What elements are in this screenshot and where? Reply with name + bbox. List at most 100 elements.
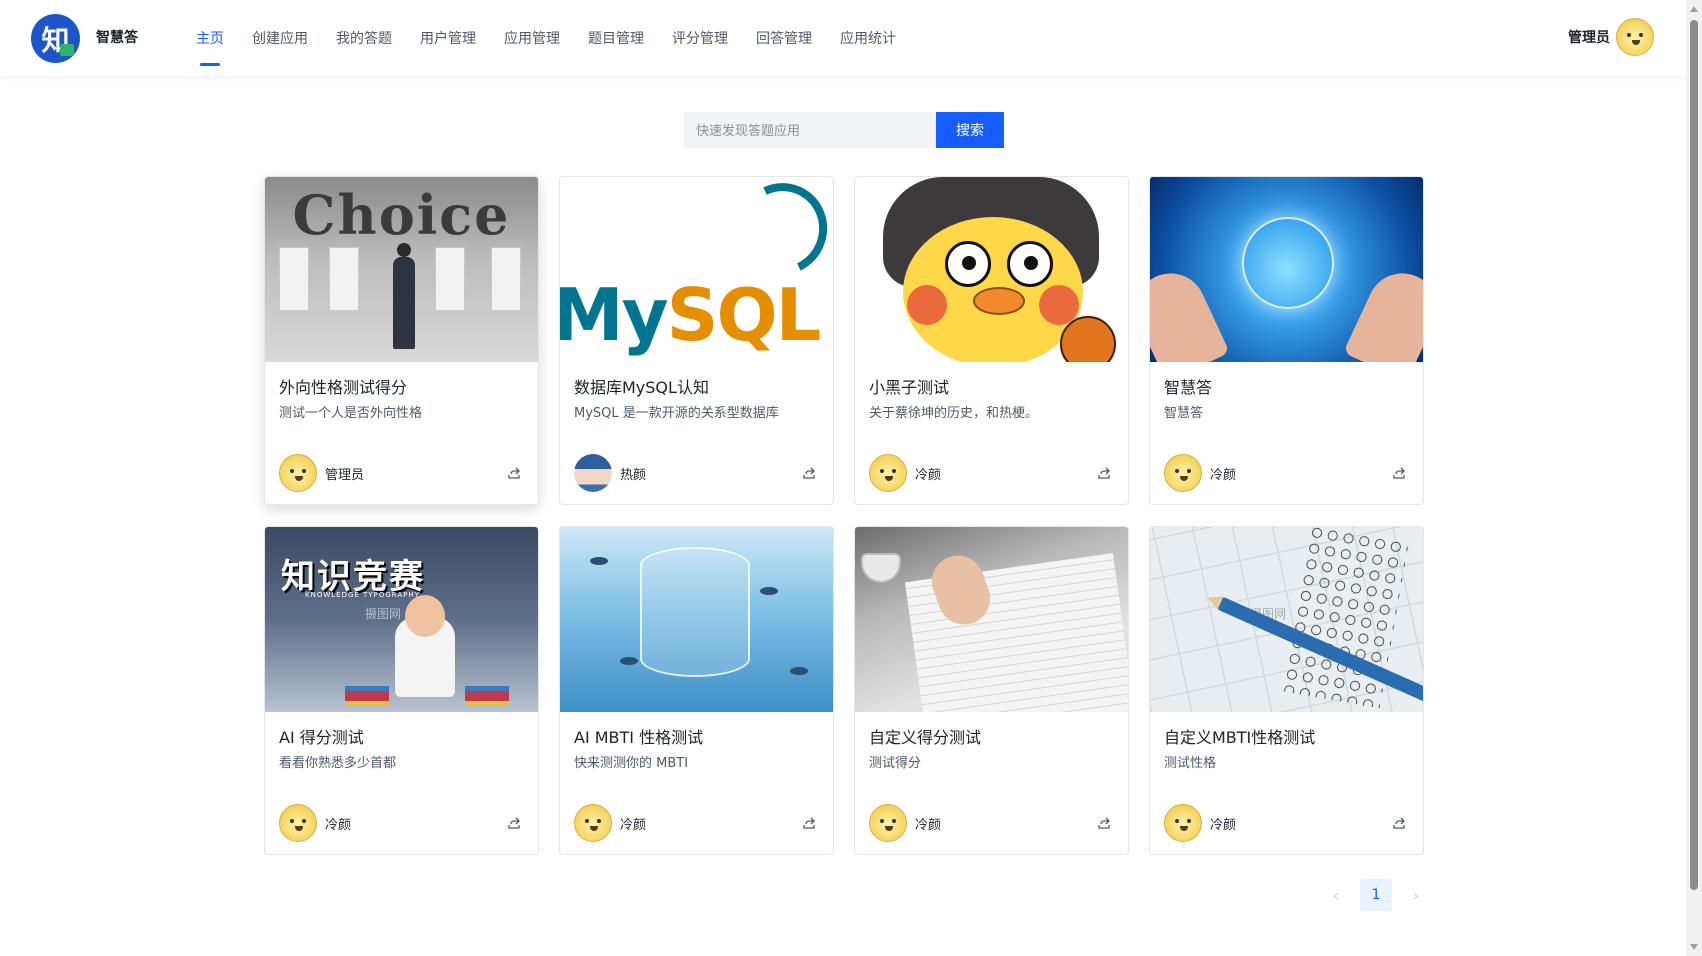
app-title: 智慧答 xyxy=(1164,378,1213,397)
app-cover-image xyxy=(855,527,1128,712)
nav-label: 应用统计 xyxy=(840,31,896,47)
app-card[interactable]: 小黑子测试 关于蔡徐坤的历史，和热梗。 冷颜 xyxy=(854,176,1129,505)
share-icon[interactable] xyxy=(1391,465,1407,481)
nav-item-my-answers[interactable]: 我的答题 xyxy=(322,0,406,76)
app-cover-image xyxy=(1150,177,1423,362)
app-card[interactable]: 知识竞赛 KNOWLEDGE TYPOGRAPHY 摄图网 AI 得分测试 看看… xyxy=(264,526,539,855)
logo[interactable]: 知 xyxy=(31,14,80,63)
app-title: AI MBTI 性格测试 xyxy=(574,728,704,747)
share-icon[interactable] xyxy=(1096,465,1112,481)
books-shape xyxy=(465,686,509,706)
dolphin-shape xyxy=(723,177,833,288)
author-name: 冷颜 xyxy=(1210,817,1237,833)
app-card[interactable]: 自定义得分测试 测试得分 冷颜 xyxy=(854,526,1129,855)
chevron-right-icon[interactable]: › xyxy=(1400,879,1432,911)
app-title: 外向性格测试得分 xyxy=(279,378,408,397)
app-description: 快来测测你的 MBTI xyxy=(574,756,689,771)
duck-beak-shape xyxy=(973,287,1025,315)
author-name: 冷颜 xyxy=(620,817,647,833)
author-avatar xyxy=(574,804,612,842)
share-icon[interactable] xyxy=(1096,815,1112,831)
user-menu[interactable]: 管理员 xyxy=(1568,18,1654,56)
basketball-shape xyxy=(1060,316,1116,362)
share-icon[interactable] xyxy=(506,465,522,481)
door-shape xyxy=(491,247,521,311)
author-avatar xyxy=(1164,454,1202,492)
door-shape xyxy=(279,247,309,311)
nav-item-app-statistics[interactable]: 应用统计 xyxy=(826,0,910,76)
fish-shape xyxy=(620,657,638,665)
author-avatar xyxy=(279,454,317,492)
author-name: 热颜 xyxy=(620,467,647,483)
cover-text: Choice xyxy=(292,183,511,247)
app-cover-image xyxy=(855,177,1128,362)
share-icon[interactable] xyxy=(801,465,817,481)
author-avatar xyxy=(869,454,907,492)
app-cover-image xyxy=(560,527,833,712)
app-card[interactable]: 智慧答 智慧答 冷颜 xyxy=(1149,176,1424,505)
nav-item-scoring-management[interactable]: 评分管理 xyxy=(658,0,742,76)
nav-item-user-management[interactable]: 用户管理 xyxy=(406,0,490,76)
books-shape xyxy=(345,686,389,706)
fish-shape xyxy=(790,667,808,675)
hand-shape xyxy=(1343,261,1423,362)
nav-label: 应用管理 xyxy=(504,31,560,47)
share-icon[interactable] xyxy=(506,815,522,831)
app-card[interactable]: MySQL 数据库MySQL认知 MySQL 是一款开源的关系型数据库 热颜 xyxy=(559,176,834,505)
globe-shape xyxy=(1242,217,1334,309)
app-title: 自定义得分测试 xyxy=(869,728,982,747)
nav-item-create-app[interactable]: 创建应用 xyxy=(238,0,322,76)
search-button[interactable]: 搜索 xyxy=(936,112,1004,148)
author-name: 管理员 xyxy=(325,467,365,483)
app-name[interactable]: 智慧答 xyxy=(96,27,138,47)
card-footer: 冷颜 xyxy=(279,804,522,842)
author-avatar xyxy=(279,804,317,842)
app-cover-image: Choice xyxy=(265,177,538,362)
app-description: 看看你熟悉多少首都 xyxy=(279,756,397,771)
nav-item-app-management[interactable]: 应用管理 xyxy=(490,0,574,76)
card-footer: 热颜 xyxy=(574,454,817,492)
author-avatar xyxy=(1164,804,1202,842)
page-number-current[interactable]: 1 xyxy=(1360,879,1392,911)
app-description: 关于蔡徐坤的历史，和热梗。 xyxy=(869,406,1039,421)
share-icon[interactable] xyxy=(801,815,817,831)
app-card[interactable]: AI MBTI 性格测试 快来测测你的 MBTI 冷颜 xyxy=(559,526,834,855)
app-root: 知 智慧答 主页 创建应用 我的答题 用户管理 应用管理 题目管理 评分管理 回… xyxy=(0,0,1702,956)
search-bar: 搜索 xyxy=(684,112,1004,148)
fish-shape xyxy=(760,587,778,595)
search-input[interactable] xyxy=(684,112,936,148)
scroll-thumb[interactable] xyxy=(1690,20,1698,890)
share-icon[interactable] xyxy=(1391,815,1407,831)
duck-eye-shape xyxy=(945,241,991,287)
card-footer: 冷颜 xyxy=(1164,804,1407,842)
nav-item-question-management[interactable]: 题目管理 xyxy=(574,0,658,76)
card-footer: 冷颜 xyxy=(574,804,817,842)
nav-label: 创建应用 xyxy=(252,31,308,47)
app-title: 数据库MySQL认知 xyxy=(574,378,709,397)
author-name: 冷颜 xyxy=(915,817,942,833)
app-card[interactable]: 摄图网 自定义MBTI性格测试 测试性格 冷颜 xyxy=(1149,526,1424,855)
cover-text-sql: SQL xyxy=(666,273,822,357)
nav-label: 我的答题 xyxy=(336,31,392,47)
app-cover-image: MySQL xyxy=(560,177,833,362)
chevron-left-icon[interactable]: ‹ xyxy=(1320,879,1352,911)
duck-cheek-shape xyxy=(907,285,947,325)
tank-shape xyxy=(640,547,750,677)
card-footer: 冷颜 xyxy=(869,804,1112,842)
author-name: 冷颜 xyxy=(325,817,352,833)
app-description: 智慧答 xyxy=(1164,406,1204,421)
app-description: 测试得分 xyxy=(869,756,922,771)
vertical-scrollbar[interactable] xyxy=(1686,0,1702,956)
nav-label: 回答管理 xyxy=(756,31,812,47)
nav-item-home[interactable]: 主页 xyxy=(182,0,238,76)
door-shape xyxy=(435,247,465,311)
duck-eye-shape xyxy=(1007,241,1053,287)
scroll-up-arrow-icon[interactable] xyxy=(1690,6,1698,12)
app-cover-image: 摄图网 xyxy=(1150,527,1423,712)
scroll-down-arrow-icon[interactable] xyxy=(1690,944,1698,950)
nav-item-answer-management[interactable]: 回答管理 xyxy=(742,0,826,76)
card-footer: 冷颜 xyxy=(869,454,1112,492)
nav-label: 评分管理 xyxy=(672,31,728,47)
app-card[interactable]: Choice 外向性格测试得分 测试一个人是否外向性格 管理员 xyxy=(264,176,539,505)
watermark-text: 摄图网 xyxy=(365,607,402,621)
